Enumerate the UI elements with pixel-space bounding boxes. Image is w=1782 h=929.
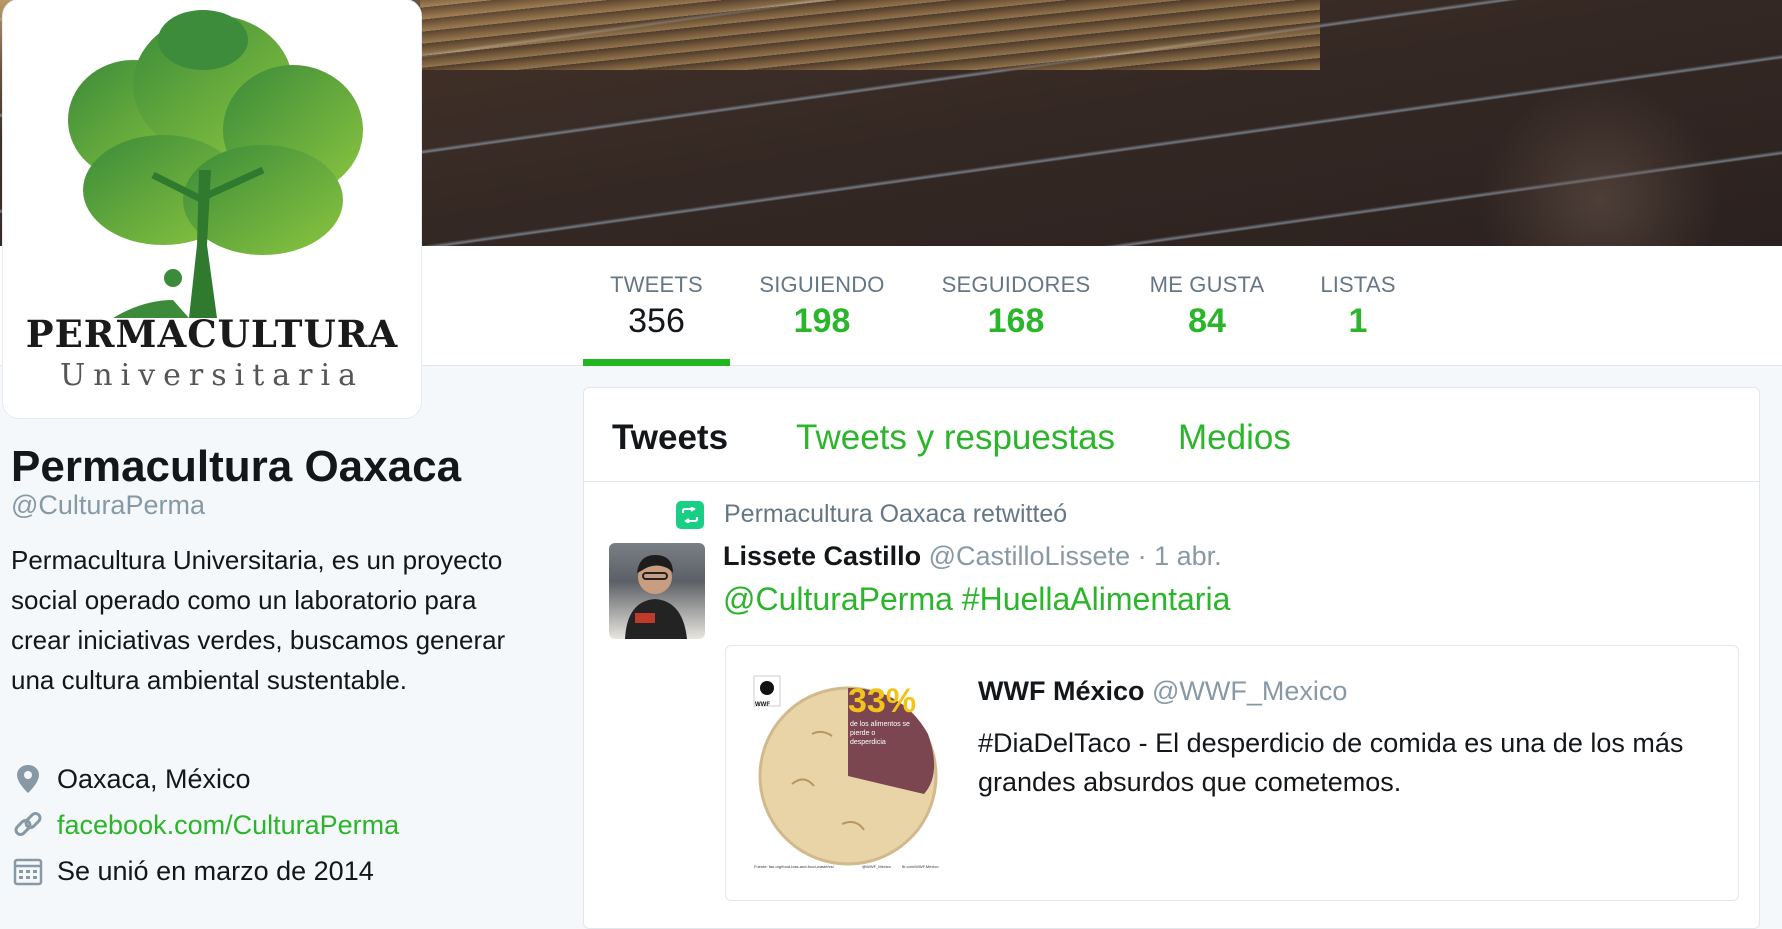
stat-value: 1 <box>1348 302 1368 340</box>
infographic-caption: de los alimentos se pierde o desperdicia <box>850 721 910 746</box>
quoted-tweet-image[interactable]: 33% de los alimentos se pierde o desperd… <box>752 674 952 874</box>
stat-followers[interactable]: SEGUIDORES 168 <box>938 246 1094 366</box>
tab-media[interactable]: Medios <box>1178 418 1291 458</box>
retweet-icon <box>676 500 704 529</box>
quoted-tweet-text: #DiaDelTaco - El desperdicio de comida e… <box>978 728 1684 797</box>
tweet-author-name[interactable]: Lissete Castillo <box>723 541 921 571</box>
stat-label: SIGUIENDO <box>759 272 885 297</box>
stat-tweets[interactable]: TWEETS 356 <box>583 246 730 366</box>
profile-handle[interactable]: @CulturaPerma <box>11 490 205 521</box>
retweet-context: Permacultura Oaxaca retwitteó <box>676 500 1067 529</box>
infographic-source: Fuente: fao.org/food-loss-and-food-waste… <box>754 864 834 869</box>
stat-label: LISTAS <box>1320 272 1396 297</box>
profile-joined: Se unió en marzo de 2014 <box>11 854 374 888</box>
wwf-logo-text: WWF <box>755 702 770 708</box>
tweet-header: Lissete Castillo @CastilloLissete · 1 ab… <box>723 541 1222 572</box>
stat-label: SEGUIDORES <box>941 272 1091 297</box>
tab-tweets[interactable]: Tweets <box>612 418 728 458</box>
retweet-label[interactable]: Permacultura Oaxaca retwitteó <box>724 500 1067 529</box>
location-text: Oaxaca, México <box>57 763 251 794</box>
stat-value: 198 <box>793 302 851 340</box>
location-pin-icon <box>11 762 45 796</box>
profile-bio: Permacultura Universitaria, es un proyec… <box>11 545 506 695</box>
stat-likes[interactable]: ME GUSTA 84 <box>1146 246 1268 366</box>
timeline: Tweets Tweets y respuestas Medios Permac… <box>583 387 1760 929</box>
infographic-percent: 33% <box>848 682 917 720</box>
quoted-tweet-header: WWF México @WWF_Mexico <box>978 676 1347 707</box>
timeline-tabs: Tweets Tweets y respuestas Medios <box>584 388 1759 482</box>
quoted-author-handle[interactable]: @WWF_Mexico <box>1152 676 1347 706</box>
profile-location: Oaxaca, México <box>11 762 251 796</box>
logo-title: PERMACULTURA <box>25 312 399 356</box>
link-icon <box>11 808 45 842</box>
stat-label: ME GUSTA <box>1149 272 1265 297</box>
logo-subtitle: Universitaria <box>60 358 364 393</box>
profile-name[interactable]: Permacultura Oaxaca <box>11 442 461 492</box>
quoted-tweet[interactable]: 33% de los alimentos se pierde o desperd… <box>725 645 1739 901</box>
quoted-author-name[interactable]: WWF México <box>978 676 1145 706</box>
stat-label: TWEETS <box>610 272 703 297</box>
website-link[interactable]: facebook.com/CulturaPerma <box>57 810 399 841</box>
stat-value: 356 <box>628 302 685 340</box>
stat-value: 168 <box>987 302 1045 340</box>
joined-text: Se unió en marzo de 2014 <box>57 855 374 886</box>
infographic-twitter: @WWF_Mexico <box>862 864 891 869</box>
tweet-text[interactable]: @CulturaPerma #HuellaAlimentaria <box>723 581 1230 618</box>
stat-value: 84 <box>1188 302 1226 340</box>
tweet-author-avatar[interactable] <box>609 543 705 639</box>
tweet-date[interactable]: · 1 abr. <box>1138 541 1222 571</box>
stat-lists[interactable]: LISTAS 1 <box>1318 246 1398 366</box>
stat-following[interactable]: SIGUIENDO 198 <box>748 246 896 366</box>
calendar-icon <box>11 854 45 888</box>
tab-tweets-replies[interactable]: Tweets y respuestas <box>796 418 1115 458</box>
tweet-author-handle[interactable]: @CastilloLissete <box>929 541 1131 571</box>
infographic-facebook: fb.com/WWF.Mexico <box>902 864 939 869</box>
profile-avatar[interactable]: PERMACULTURA Universitaria <box>3 0 421 418</box>
profile-website[interactable]: facebook.com/CulturaPerma <box>11 808 399 842</box>
